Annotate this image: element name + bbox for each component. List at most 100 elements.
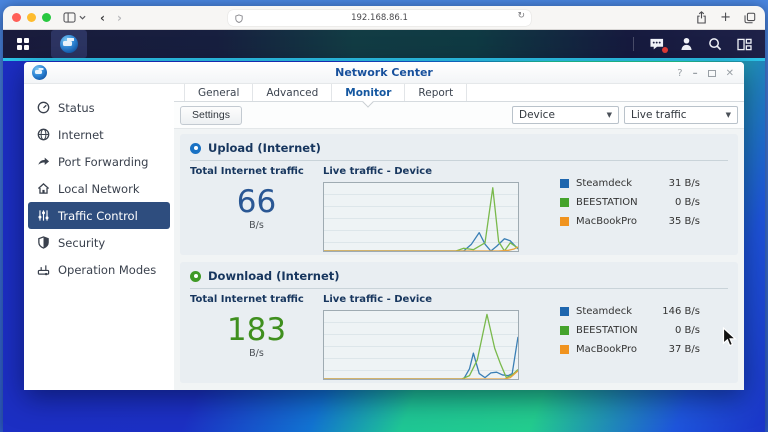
window-header[interactable]: Network Center ? – ✕ bbox=[24, 62, 744, 84]
search-icon[interactable] bbox=[708, 37, 722, 51]
tab-advanced[interactable]: Advanced bbox=[253, 84, 333, 101]
sidebar-item-label: Traffic Control bbox=[58, 208, 138, 223]
help-button[interactable]: ? bbox=[677, 68, 682, 79]
tab-overview-icon[interactable] bbox=[744, 12, 756, 24]
tab-report[interactable]: Report bbox=[405, 84, 468, 101]
legend-device-value: 146 B/s bbox=[662, 306, 700, 317]
legend-device-name: MacBookPro bbox=[576, 216, 638, 227]
sidebar-item-label: Security bbox=[58, 235, 106, 250]
share-icon[interactable] bbox=[696, 11, 707, 24]
monitor-toolbar: Settings Device ▼ Live traffic ▼ bbox=[174, 102, 744, 128]
traffic-type-dropdown[interactable]: Live traffic ▼ bbox=[624, 106, 738, 124]
notification-badge bbox=[662, 47, 668, 53]
section-title: Upload (Internet) bbox=[208, 141, 321, 155]
legend-device-value: 0 B/s bbox=[675, 325, 700, 336]
taskbar-divider bbox=[633, 37, 634, 51]
sidebar-item-label: Operation Modes bbox=[58, 262, 157, 277]
legend-row: Steamdeck 146 B/s bbox=[560, 306, 722, 317]
taskbar-right-icons bbox=[633, 37, 765, 53]
legend-device-value: 35 B/s bbox=[668, 216, 700, 227]
legend-swatch bbox=[560, 307, 569, 316]
upload-legend: Steamdeck 31 B/s BEESTATION 0 B/s MacBoo… bbox=[560, 166, 728, 252]
browser-actions: + bbox=[696, 11, 756, 24]
sidebar-item-port-forwarding[interactable]: Port Forwarding bbox=[28, 148, 170, 175]
srm-page: Network Center ? – ✕ Status Internet Por… bbox=[3, 30, 765, 432]
back-button[interactable]: ‹ bbox=[100, 12, 105, 24]
shield-icon bbox=[38, 236, 49, 249]
sidebar-item-label: Internet bbox=[58, 127, 104, 142]
download-total-unit: B/s bbox=[249, 347, 264, 359]
chevron-down-icon: ▼ bbox=[725, 111, 731, 119]
sidebar-item-traffic-control[interactable]: Traffic Control bbox=[28, 202, 170, 229]
download-total-value: 183 bbox=[226, 312, 287, 348]
total-traffic-label: Total Internet traffic bbox=[190, 166, 304, 177]
reload-icon[interactable]: ↻ bbox=[517, 11, 525, 21]
sidebar: Status Internet Port Forwarding Local Ne… bbox=[24, 84, 174, 390]
legend-row: Steamdeck 31 B/s bbox=[560, 178, 722, 189]
legend-device-value: 37 B/s bbox=[668, 344, 700, 355]
sidebar-toggle-icon[interactable] bbox=[63, 12, 86, 23]
gauge-icon bbox=[37, 101, 50, 114]
sidebar-item-operation-modes[interactable]: Operation Modes bbox=[28, 256, 170, 283]
address-bar[interactable]: 192.168.86.1 ↻ bbox=[228, 10, 531, 26]
zoom-window-button[interactable] bbox=[42, 13, 51, 22]
main-menu-button[interactable] bbox=[3, 30, 43, 58]
upload-section: Upload (Internet) Total Internet traffic… bbox=[180, 134, 738, 255]
network-center-taskbar-button[interactable] bbox=[51, 30, 87, 58]
sidebar-item-internet[interactable]: Internet bbox=[28, 121, 170, 148]
new-tab-icon[interactable]: + bbox=[720, 11, 731, 24]
close-button[interactable]: ✕ bbox=[726, 68, 734, 79]
legend-device-value: 0 B/s bbox=[675, 197, 700, 208]
monitor-content: Upload (Internet) Total Internet traffic… bbox=[174, 128, 744, 390]
traffic-type-value: Live traffic bbox=[631, 109, 687, 121]
upload-total-unit: B/s bbox=[249, 219, 264, 231]
tab-general[interactable]: General bbox=[184, 84, 254, 101]
window-title: Network Center bbox=[335, 66, 433, 79]
settings-button[interactable]: Settings bbox=[180, 105, 242, 125]
network-center-app-icon bbox=[60, 35, 78, 53]
device-filter-dropdown[interactable]: Device ▼ bbox=[512, 106, 619, 124]
sidebar-item-security[interactable]: Security bbox=[28, 229, 170, 256]
upload-total-value: 66 bbox=[236, 184, 277, 220]
minimize-button[interactable]: – bbox=[693, 68, 698, 79]
main-menu-icon bbox=[17, 38, 29, 50]
browser-toolbar: ‹ › 192.168.86.1 ↻ + bbox=[3, 6, 765, 30]
tab-monitor[interactable]: Monitor bbox=[332, 84, 406, 101]
minimize-window-button[interactable] bbox=[27, 13, 36, 22]
sidebar-item-local-network[interactable]: Local Network bbox=[28, 175, 170, 202]
globe-icon bbox=[37, 128, 50, 141]
window-controls: ? – ✕ bbox=[677, 62, 734, 84]
section-title: Download (Internet) bbox=[208, 269, 340, 283]
support-chat-icon[interactable] bbox=[649, 37, 668, 53]
user-icon[interactable] bbox=[680, 37, 693, 51]
download-section: Download (Internet) Total Internet traff… bbox=[180, 262, 738, 383]
widgets-icon[interactable] bbox=[737, 38, 752, 51]
legend-device-name: BEESTATION bbox=[576, 197, 638, 208]
collapse-toggle-icon[interactable] bbox=[190, 142, 201, 154]
legend-swatch bbox=[560, 217, 569, 226]
maximize-button[interactable] bbox=[707, 69, 716, 77]
legend-swatch bbox=[560, 326, 569, 335]
router-icon bbox=[37, 265, 50, 276]
download-legend: Steamdeck 146 B/s BEESTATION 0 B/s MacBo… bbox=[560, 294, 728, 380]
tab-bar: General Advanced Monitor Report bbox=[174, 84, 744, 102]
safari-window: ‹ › 192.168.86.1 ↻ + Network Center ? – … bbox=[3, 6, 765, 432]
window-traffic-lights bbox=[12, 13, 51, 22]
legend-device-value: 31 B/s bbox=[668, 178, 700, 189]
upload-live-chart bbox=[323, 182, 519, 252]
legend-row: MacBookPro 35 B/s bbox=[560, 216, 722, 227]
live-traffic-label: Live traffic - Device bbox=[323, 294, 432, 305]
srm-taskbar bbox=[3, 30, 765, 58]
sidebar-item-status[interactable]: Status bbox=[28, 94, 170, 121]
device-filter-value: Device bbox=[519, 109, 555, 121]
sidebar-item-label: Local Network bbox=[58, 181, 140, 196]
privacy-shield-icon[interactable] bbox=[235, 13, 243, 26]
main-panel: General Advanced Monitor Report Settings… bbox=[174, 84, 744, 390]
legend-row: BEESTATION 0 B/s bbox=[560, 325, 722, 336]
collapse-toggle-icon[interactable] bbox=[190, 270, 201, 282]
legend-device-name: Steamdeck bbox=[576, 306, 633, 317]
srm-desktop-wallpaper: Network Center ? – ✕ Status Internet Por… bbox=[3, 58, 765, 432]
download-live-chart bbox=[323, 310, 519, 380]
forward-button[interactable]: › bbox=[117, 12, 122, 24]
close-window-button[interactable] bbox=[12, 13, 21, 22]
